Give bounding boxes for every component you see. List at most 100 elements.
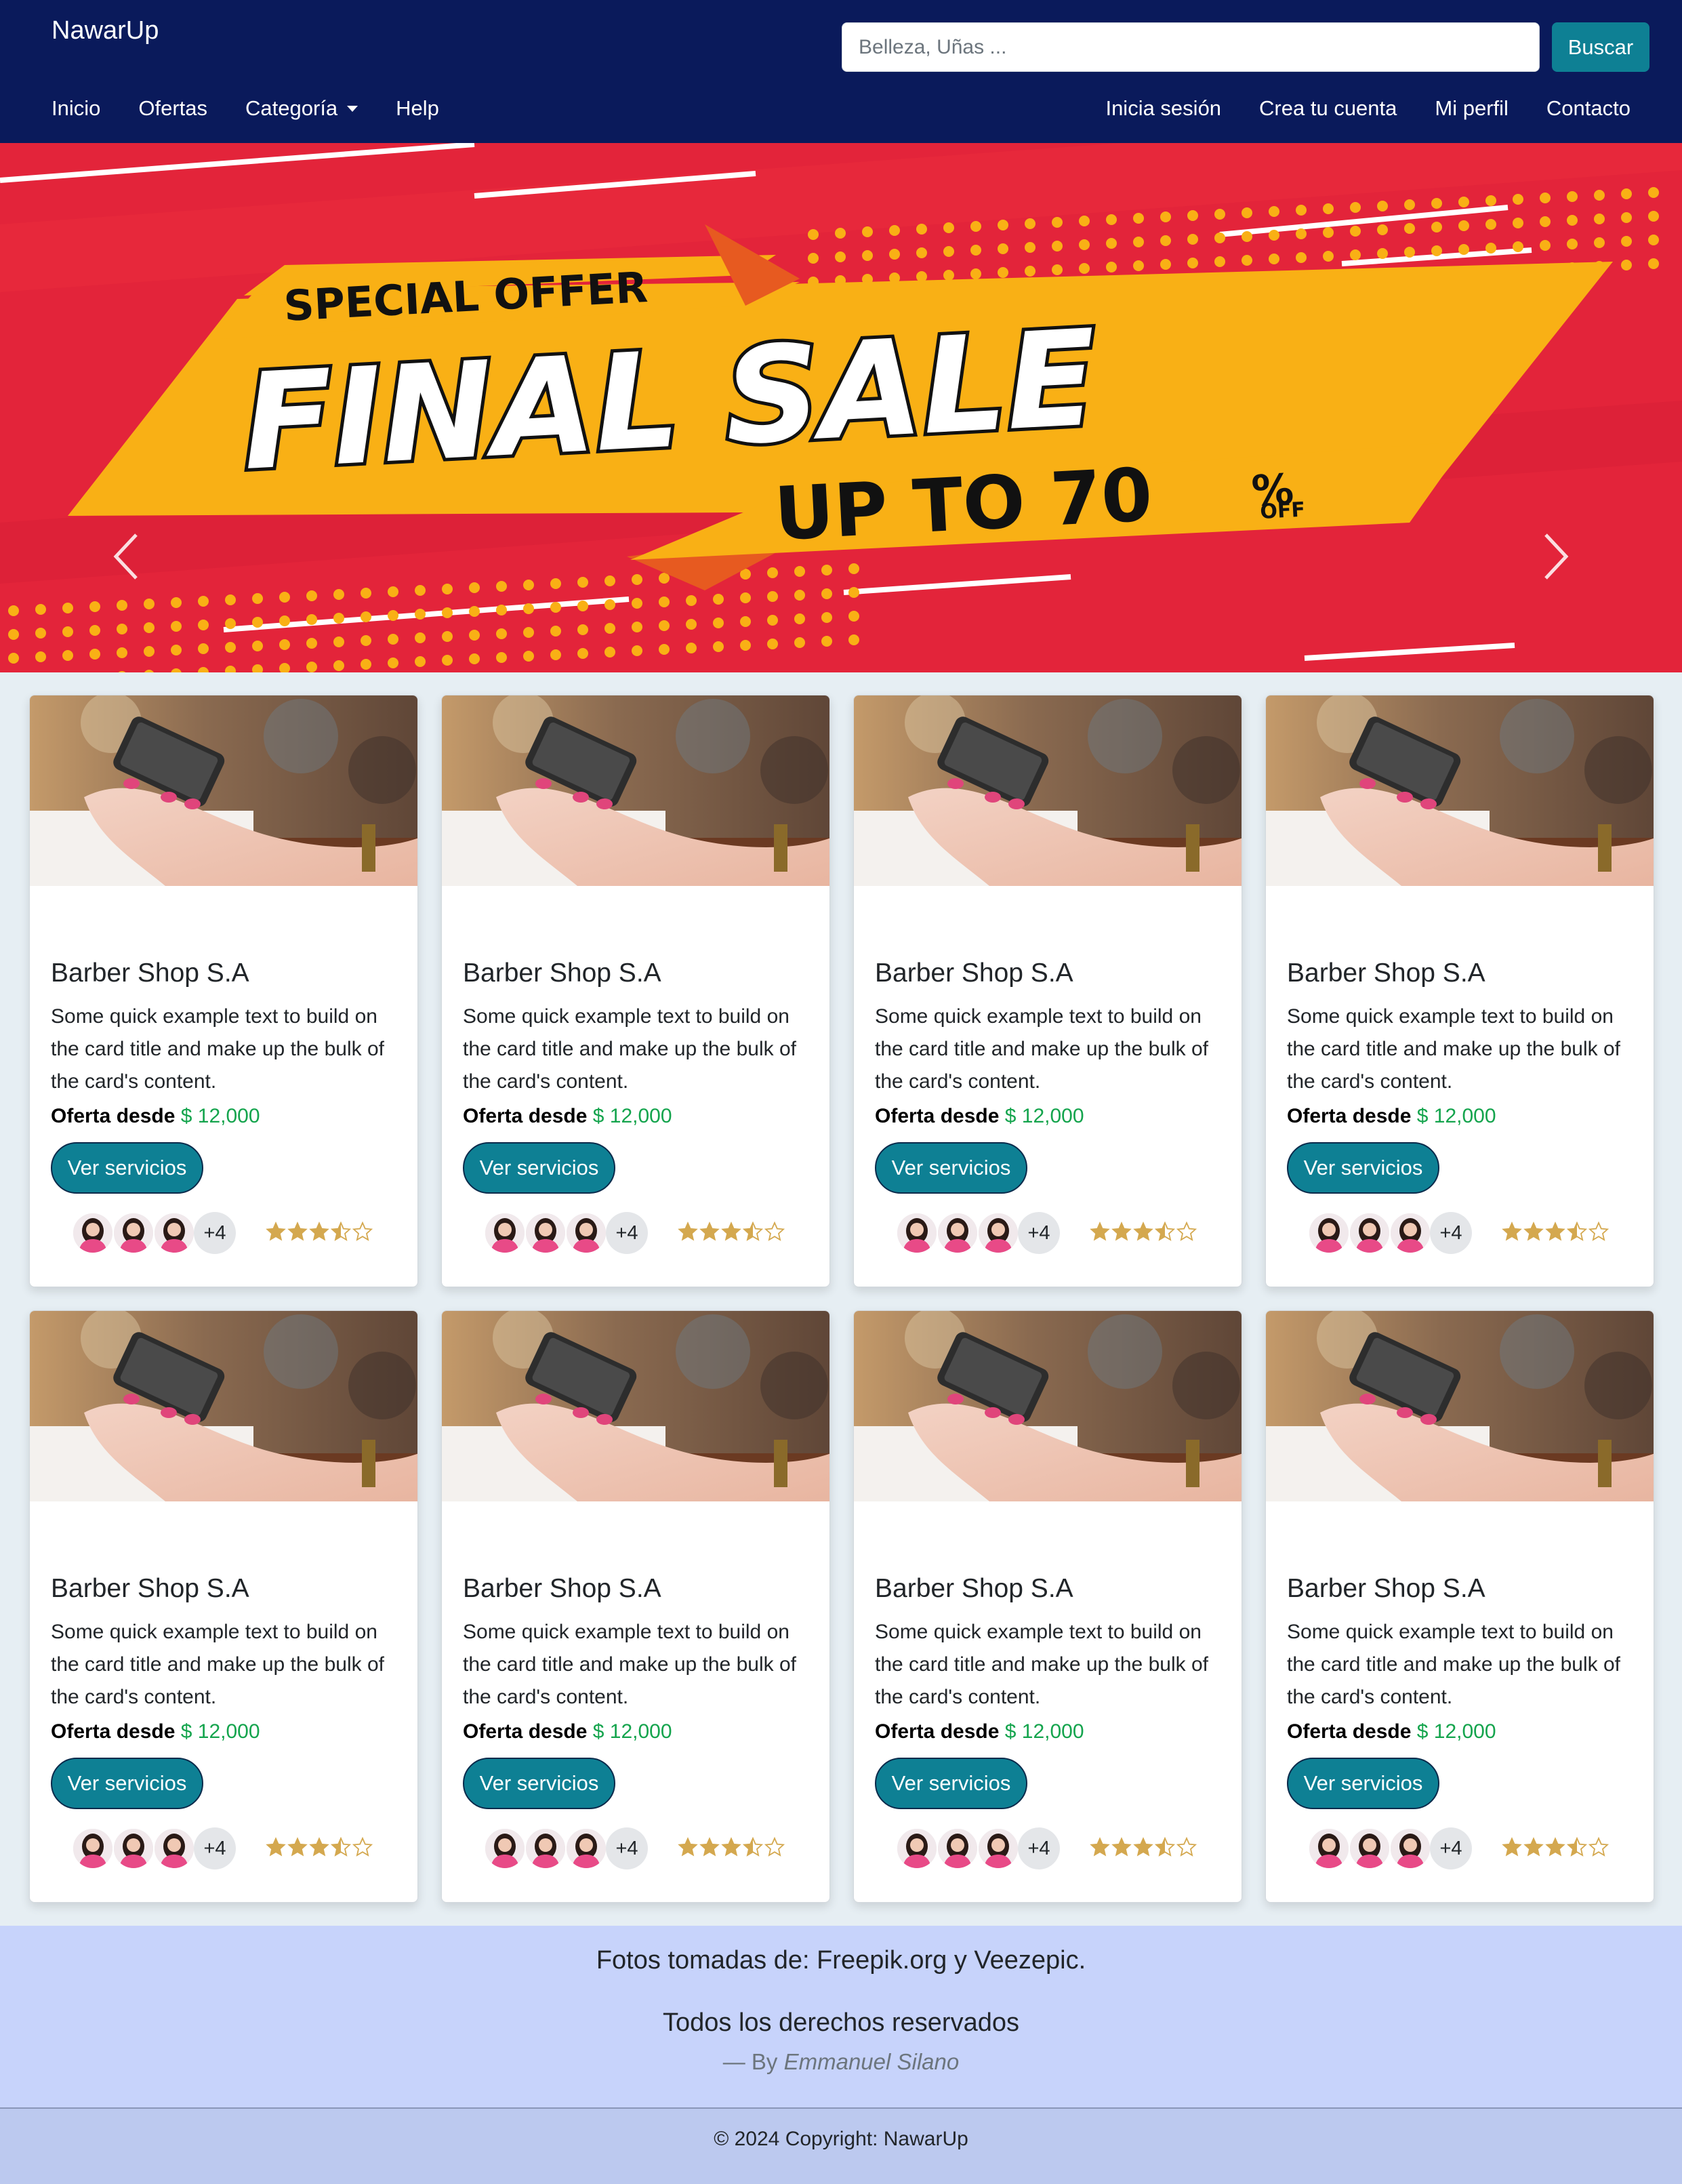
price-label: Oferta desde (51, 1720, 176, 1743)
star-icon (1111, 1221, 1132, 1241)
star-rating (1090, 1837, 1197, 1857)
price-label: Oferta desde (463, 1720, 588, 1743)
star-icon (1155, 1221, 1175, 1241)
footer-bottom: © 2024 Copyright: NawarUp (0, 2107, 1682, 2184)
price-value: $ 12,000 (1004, 1105, 1084, 1127)
card-title: Barber Shop S.A (463, 1574, 661, 1603)
avatar-group: +4 (484, 1212, 648, 1254)
star-icon (699, 1221, 720, 1241)
card-title: Barber Shop S.A (51, 958, 249, 988)
service-card: Barber Shop S.A Some quick example text … (29, 1310, 418, 1903)
chevron-left-icon[interactable] (106, 529, 146, 584)
card-title: Barber Shop S.A (875, 1574, 1073, 1603)
card-image (30, 695, 417, 886)
nav-right: Inicia sesión Crea tu cuenta Mi perfil C… (1105, 96, 1630, 121)
footer-credit: Fotos tomadas de: Freepik.org y Veezepic… (596, 1946, 1086, 1975)
ver-servicios-button[interactable]: Ver servicios (51, 1758, 203, 1809)
nav-dropdown-categoria[interactable]: Categoría (245, 96, 358, 121)
avatar (72, 1212, 114, 1254)
nav-link-ofertas[interactable]: Ofertas (138, 96, 207, 121)
card-image (854, 1311, 1242, 1501)
card-price: Oferta desde $ 12,000 (51, 1720, 260, 1743)
nav-link-contact[interactable]: Contacto (1546, 96, 1630, 121)
price-label: Oferta desde (1287, 1720, 1412, 1743)
service-card: Barber Shop S.A Some quick example text … (1265, 695, 1654, 1287)
star-rating (266, 1221, 373, 1242)
star-icon (764, 1837, 785, 1857)
avatar (1349, 1212, 1391, 1254)
copyright: © 2024 Copyright: NawarUp (714, 2128, 968, 2150)
avatar (1349, 1827, 1391, 1869)
star-icon (699, 1837, 720, 1857)
star-icon (1090, 1221, 1110, 1241)
ver-servicios-button[interactable]: Ver servicios (875, 1142, 1027, 1194)
avatar (565, 1827, 607, 1869)
card-image (1266, 1311, 1654, 1501)
service-card: Barber Shop S.A Some quick example text … (441, 1310, 830, 1903)
star-icon (1567, 1837, 1587, 1857)
search-button[interactable]: Buscar (1552, 22, 1649, 72)
star-icon (331, 1837, 351, 1857)
ver-servicios-button[interactable]: Ver servicios (463, 1142, 615, 1194)
chevron-right-icon[interactable] (1536, 529, 1576, 584)
star-icon (309, 1221, 329, 1241)
footer-rights: Todos los derechos reservados (663, 2008, 1019, 2037)
star-icon (743, 1837, 763, 1857)
star-icon (764, 1221, 785, 1241)
star-icon (1523, 1221, 1544, 1241)
footer-author: — By Emmanuel Silano (0, 2049, 1682, 2075)
navbar: NawarUp Buscar Inicio Ofertas Categoría … (0, 0, 1682, 143)
service-card: Barber Shop S.A Some quick example text … (29, 695, 418, 1287)
avatar (112, 1827, 155, 1869)
service-card: Barber Shop S.A Some quick example text … (441, 695, 830, 1287)
avatar (896, 1212, 938, 1254)
ver-servicios-button[interactable]: Ver servicios (1287, 1142, 1439, 1194)
star-icon (1111, 1837, 1132, 1857)
price-value: $ 12,000 (180, 1105, 260, 1127)
avatar (484, 1827, 526, 1869)
nav-link-login[interactable]: Inicia sesión (1105, 96, 1221, 121)
card-text: Some quick example text to build on the … (51, 1005, 384, 1093)
brand-logo[interactable]: NawarUp (52, 16, 159, 45)
avatar (153, 1827, 195, 1869)
ver-servicios-button[interactable]: Ver servicios (1287, 1758, 1439, 1809)
card-price: Oferta desde $ 12,000 (51, 1105, 260, 1128)
avatar (937, 1212, 979, 1254)
caret-down-icon (347, 105, 358, 112)
star-icon (1567, 1221, 1587, 1241)
card-price: Oferta desde $ 12,000 (1287, 1105, 1496, 1128)
nav-link-register[interactable]: Crea tu cuenta (1259, 96, 1397, 121)
star-icon (287, 1221, 308, 1241)
star-icon (1588, 1837, 1609, 1857)
star-icon (352, 1221, 373, 1241)
star-rating (1090, 1221, 1197, 1242)
nav-link-profile[interactable]: Mi perfil (1435, 96, 1509, 121)
avatar (1308, 1827, 1350, 1869)
avatar (977, 1212, 1019, 1254)
card-price: Oferta desde $ 12,000 (875, 1720, 1084, 1743)
avatar-group: +4 (896, 1827, 1060, 1869)
ver-servicios-button[interactable]: Ver servicios (51, 1142, 203, 1194)
avatar (1308, 1212, 1350, 1254)
nav-link-inicio[interactable]: Inicio (52, 96, 100, 121)
more-avatars-count: +4 (1018, 1827, 1060, 1869)
star-icon (1545, 1221, 1565, 1241)
card-text: Some quick example text to build on the … (463, 1005, 796, 1093)
more-avatars-count: +4 (1430, 1827, 1472, 1869)
more-avatars-count: +4 (194, 1212, 236, 1254)
card-text: Some quick example text to build on the … (875, 1005, 1208, 1093)
star-icon (266, 1837, 286, 1857)
star-icon (1523, 1837, 1544, 1857)
ver-servicios-button[interactable]: Ver servicios (875, 1758, 1027, 1809)
avatar-group: +4 (484, 1827, 648, 1869)
nav-link-help[interactable]: Help (396, 96, 439, 121)
price-label: Oferta desde (875, 1720, 1000, 1743)
ver-servicios-button[interactable]: Ver servicios (463, 1758, 615, 1809)
card-price: Oferta desde $ 12,000 (875, 1105, 1084, 1128)
search-input[interactable] (842, 22, 1540, 72)
star-icon (1588, 1221, 1609, 1241)
more-avatars-count: +4 (1430, 1212, 1472, 1254)
star-icon (1133, 1221, 1153, 1241)
price-value: $ 12,000 (180, 1720, 260, 1743)
star-rating (678, 1837, 785, 1857)
